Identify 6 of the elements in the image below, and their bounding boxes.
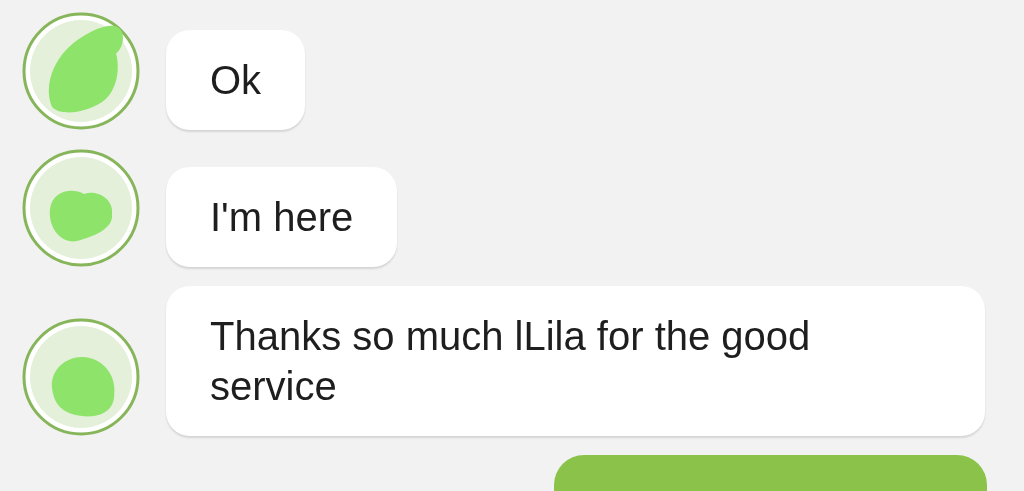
message-bubble: Thanks so much lLila for the good service: [166, 286, 985, 436]
message-bubble: Ok: [166, 30, 306, 130]
message-bubble: I'm here: [166, 167, 398, 267]
avatar-icon: [22, 318, 140, 436]
avatar-icon: [22, 12, 140, 130]
avatar-icon: [22, 149, 140, 267]
